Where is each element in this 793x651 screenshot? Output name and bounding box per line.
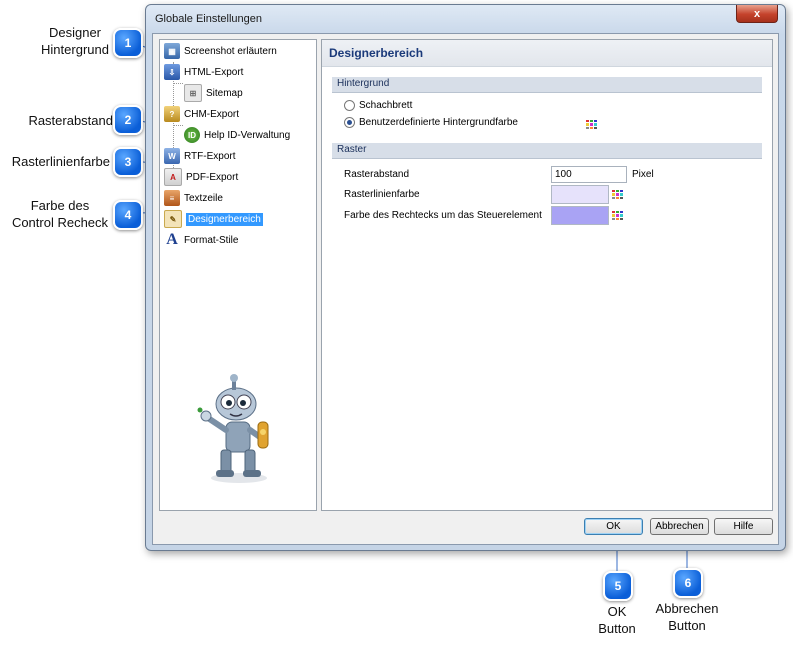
chm-export-icon: ? <box>164 106 180 122</box>
cancel-button[interactable]: Abbrechen <box>650 518 709 535</box>
rect-color-picker-icon[interactable] <box>612 211 623 220</box>
grid-spacing-input[interactable]: 100 <box>551 166 627 183</box>
help-id-icon: ID <box>184 127 200 143</box>
annotation-5-label: OK Button <box>598 604 636 636</box>
tree-item-chm-export[interactable]: ? CHM-Export <box>164 105 239 123</box>
annotation-2-label: Rasterabstand <box>28 113 113 128</box>
html-export-icon: ⇩ <box>164 64 180 80</box>
close-button[interactable]: x <box>736 5 778 23</box>
background-section-label: Hintergrund <box>337 78 390 89</box>
grid-spacing-label: Rasterabstand <box>344 169 410 180</box>
radio-custom-background[interactable]: Benutzerdefinierte Hintergrundfarbe <box>344 117 518 128</box>
annotation-4-label: Farbe des Control Recheck <box>11 198 109 230</box>
background-color-picker-icon[interactable] <box>586 120 597 129</box>
grid-line-color-picker-icon[interactable] <box>612 190 623 199</box>
radio-custom-background-indicator[interactable] <box>344 117 355 128</box>
rtf-export-icon: W <box>164 148 180 164</box>
tree-item-rtf-export[interactable]: W RTF-Export <box>164 147 236 165</box>
panel-header: Designerbereich <box>322 40 772 67</box>
dialog-client-area: ▦ Screenshot erläutern ⇩ HTML-Export ⊞ S… <box>152 33 779 545</box>
annotation-3-bubble: 3 <box>113 147 143 177</box>
tree-item-sitemap[interactable]: ⊞ Sitemap <box>184 84 243 102</box>
radio-custom-background-label: Benutzerdefinierte Hintergrundfarbe <box>359 117 518 128</box>
tree-item-html-export[interactable]: ⇩ HTML-Export <box>164 63 243 81</box>
designer-icon: ✎ <box>164 210 182 228</box>
radio-checkerboard-indicator[interactable] <box>344 100 355 111</box>
dialog-title: Globale Einstellungen <box>155 13 263 25</box>
annotation-1-bubble: 1 <box>113 28 143 58</box>
annotation-4-bubble: 4 <box>113 200 143 230</box>
tree-item-textzeile[interactable]: ≡ Textzeile <box>164 189 223 207</box>
pdf-export-icon: A <box>164 168 182 186</box>
designer-settings-panel: Designerbereich Hintergrund Schachbrett … <box>321 39 773 511</box>
tree-item-help-id[interactable]: ID Help ID-Verwaltung <box>184 126 290 144</box>
help-button[interactable]: Hilfe <box>714 518 773 535</box>
grid-line-color-label: Rasterlinienfarbe <box>344 189 420 200</box>
annotation-2-bubble: 2 <box>113 105 143 135</box>
format-icon: A <box>166 231 178 248</box>
robot-mascot-image <box>197 374 269 483</box>
tree-item-designerbereich[interactable]: ✎ Designerbereich <box>164 210 263 228</box>
tree-item-pdf-export[interactable]: A PDF-Export <box>164 168 238 186</box>
rect-color-label: Farbe des Rechtecks um das Steuerelement <box>344 210 542 221</box>
grid-section-header: Raster <box>332 143 762 159</box>
radio-checkerboard[interactable]: Schachbrett <box>344 100 412 111</box>
sitemap-icon: ⊞ <box>184 84 202 102</box>
grid-section-label: Raster <box>337 144 367 155</box>
grid-spacing-unit: Pixel <box>632 169 654 180</box>
annotation-6-label: Abbrechen Button <box>655 601 719 633</box>
background-section-header: Hintergrund <box>332 77 762 93</box>
annotation-1-label: Designer Hintergrund <box>41 25 109 57</box>
textzeile-icon: ≡ <box>164 190 180 206</box>
settings-dialog: Globale Einstellungen x ▦ Screenshot erl… <box>145 4 786 551</box>
rect-color-swatch[interactable] <box>551 206 609 225</box>
tree-item-screenshot[interactable]: ▦ Screenshot erläutern <box>164 42 277 60</box>
grid-line-color-swatch[interactable] <box>551 185 609 204</box>
screenshot-icon: ▦ <box>164 43 180 59</box>
ok-button[interactable]: OK <box>584 518 643 535</box>
annotation-6-bubble: 6 <box>673 568 703 598</box>
settings-tree: ▦ Screenshot erläutern ⇩ HTML-Export ⊞ S… <box>159 39 317 511</box>
annotation-3-label: Rasterlinienfarbe <box>11 154 110 169</box>
tree-item-format-stile[interactable]: A Format-Stile <box>164 231 238 249</box>
annotation-5-bubble: 5 <box>603 571 633 601</box>
panel-title: Designerbereich <box>329 46 424 60</box>
radio-checkerboard-label: Schachbrett <box>359 100 413 111</box>
